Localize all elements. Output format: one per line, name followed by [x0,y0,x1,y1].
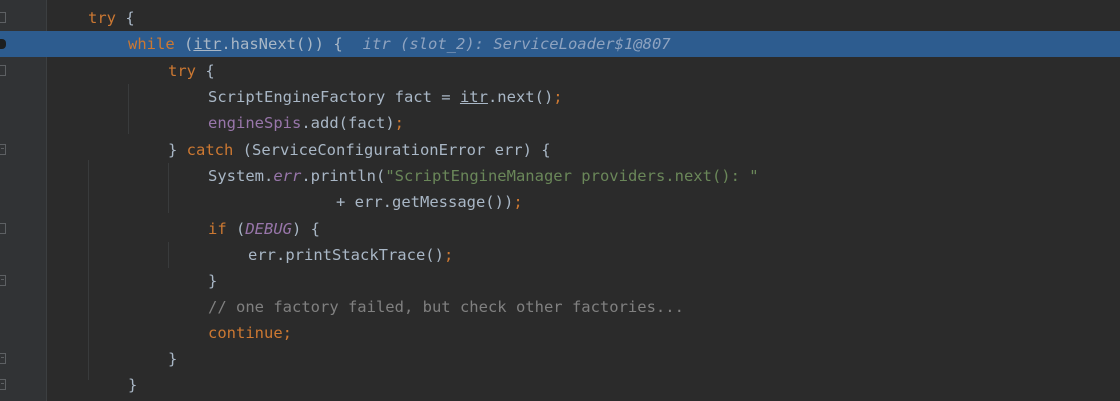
code-line[interactable]: engineSpis.add(fact); [0,110,1120,136]
code-text: // one factory failed, but check other f… [208,294,684,320]
fold-start-icon[interactable] [0,223,6,234]
code-text: } [128,372,137,398]
fold-end-icon[interactable] [0,275,6,286]
fold-end-icon[interactable] [0,379,6,390]
code-line[interactable]: } catch (ServiceConfigurationError err) … [0,137,1120,163]
code-line[interactable]: } [0,372,1120,398]
code-token: } [168,141,187,159]
code-text: engineSpis.add(fact); [208,110,404,136]
code-text: try { [88,5,135,31]
code-line[interactable]: try { [0,58,1120,84]
code-token: catch [186,141,234,159]
code-token: err [273,167,302,185]
indent-guide [88,160,89,380]
code-text: ScriptEngineFactory fact = itr.next(); [208,84,563,110]
code-token: engineSpis [208,114,302,132]
code-token[interactable]: itr [193,35,221,53]
indent-guide [128,84,129,134]
code-token: ; [513,193,523,211]
code-line[interactable]: } [0,268,1120,294]
code-token: ScriptEngineFactory fact = [208,88,460,106]
code-token: err.printStackTrace() [248,246,444,264]
fold-end-icon[interactable] [0,353,6,364]
inline-debug-value[interactable]: itr (slot_2): ServiceLoader$1@807 [363,35,671,53]
code-token: continue; [208,324,292,342]
code-token: // one factory failed, but check other f… [208,298,684,316]
code-token: ; [443,246,454,264]
code-token: "ScriptEngineManager providers.next(): " [385,167,759,185]
execution-point-icon[interactable] [0,39,6,49]
code-text: + err.getMessage()); [336,189,523,215]
code-token: { [196,62,215,80]
fold-start-icon[interactable] [0,12,6,23]
code-token: ; [394,114,404,132]
code-text: continue; [208,320,292,346]
code-token: while [128,35,175,53]
code-line[interactable]: } [0,346,1120,372]
code-token: } [128,376,138,394]
code-token: ( [226,220,246,238]
code-token: ; [553,88,563,106]
code-token: } [208,272,218,290]
code-token: ) { [292,220,321,238]
code-token: (ServiceConfigurationError err) { [233,141,551,159]
code-line[interactable]: continue; [0,320,1120,346]
code-text: } [168,346,177,372]
code-line[interactable]: try { [0,5,1120,31]
fold-start-icon[interactable] [0,65,6,76]
code-token: if [208,220,227,238]
code-token: } [168,350,178,368]
indent-guide [168,163,169,213]
code-token: System. [208,167,274,185]
code-text: err.printStackTrace(); [248,242,453,268]
code-text: try { [168,58,215,84]
code-editor[interactable]: try {while (itr.hasNext()) {itr (slot_2)… [0,0,1120,401]
code-token: .next() [487,88,554,106]
code-line[interactable]: ScriptEngineFactory fact = itr.next(); [0,84,1120,110]
code-token: .add(fact) [301,114,395,132]
code-token: try [168,62,196,80]
code-text: while (itr.hasNext()) { itr (slot_2): Ser… [128,31,671,57]
current-execution-line[interactable]: while (itr.hasNext()) { itr (slot_2): Ser… [0,31,1120,57]
code-line[interactable]: if (DEBUG) { [0,216,1120,242]
code-text: System.err.println("ScriptEngineManager … [208,163,759,189]
code-token[interactable]: itr [460,88,488,106]
code-text: if (DEBUG) { [208,216,320,242]
fold-end-icon[interactable] [0,144,6,155]
code-token: try [88,9,116,27]
code-token: + err.getMessage()) [336,193,514,211]
code-token: { [116,9,135,27]
code-token: .println( [301,167,386,185]
code-token: .hasNext()) { [221,35,343,53]
code-text: } catch (ServiceConfigurationError err) … [168,137,551,163]
indent-guide [168,242,169,268]
code-text: } [208,268,217,294]
code-token: ( [174,35,194,53]
code-line[interactable]: // one factory failed, but check other f… [0,294,1120,320]
code-token: DEBUG [245,220,293,238]
